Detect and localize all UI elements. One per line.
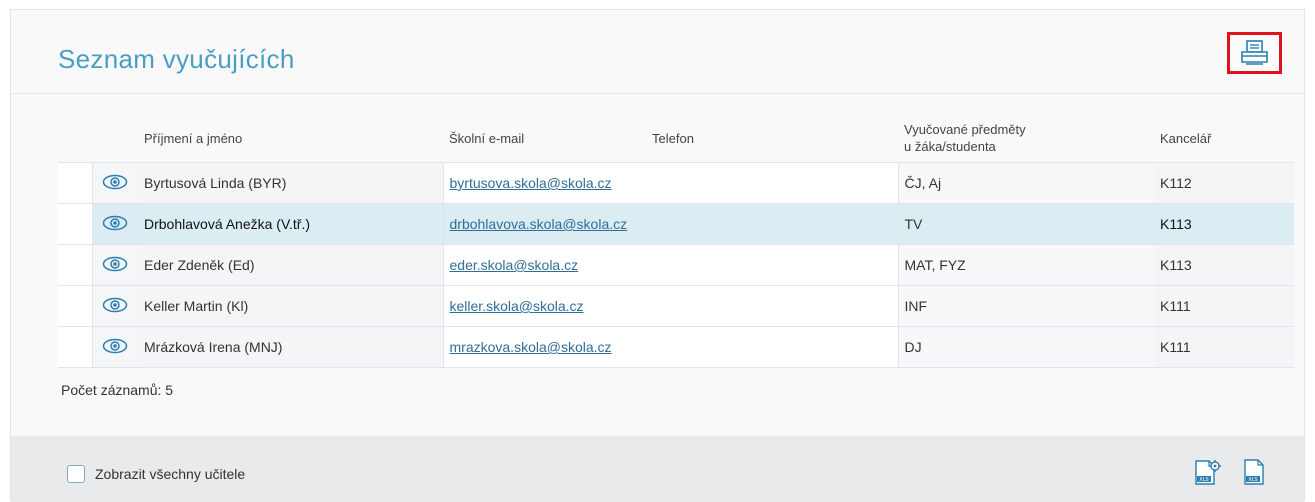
office-value: K113	[1160, 216, 1192, 232]
table-row[interactable]: Eder Zdeněk (Ed) eder.skola@skola.cz MAT, …	[58, 244, 1294, 286]
row-selector[interactable]	[58, 326, 93, 368]
row-selector[interactable]	[58, 203, 93, 245]
svg-text:XLS: XLS	[1248, 477, 1257, 483]
phone-cell	[646, 162, 899, 204]
teacher-name-cell: Keller Martin (Kl)	[138, 285, 443, 327]
show-all-teachers-toggle[interactable]: Zobrazit všechny učitele	[67, 465, 245, 483]
office-cell: K113	[1154, 203, 1294, 245]
column-header-subjects[interactable]: Vyučované předměty u žáka/studenta	[898, 114, 1154, 163]
eye-icon[interactable]	[102, 256, 128, 275]
teacher-name: Keller Martin (Kl)	[144, 298, 249, 314]
teachers-table: Příjmení a jméno Školní e-mail Telefon V…	[58, 114, 1294, 368]
show-all-teachers-label: Zobrazit všechny učitele	[95, 466, 246, 482]
eye-icon[interactable]	[102, 338, 128, 357]
teacher-name-cell: Mrázková Irena (MNJ)	[138, 326, 443, 368]
teacher-name-cell: Byrtusová Linda (BYR)	[138, 162, 443, 204]
row-selector[interactable]	[58, 162, 93, 204]
office-value: K113	[1160, 257, 1192, 273]
phone-cell	[646, 326, 899, 368]
email-link[interactable]: eder.skola@skola.cz	[444, 257, 645, 273]
table-row[interactable]: Mrázková Irena (MNJ) mrazkova.skola@skola…	[58, 326, 1294, 368]
xls-export-button[interactable]: XLS	[1242, 457, 1268, 491]
table-row[interactable]: Byrtusová Linda (BYR) byrtusova.skola@sko…	[58, 162, 1294, 204]
email-link[interactable]: byrtusova.skola@skola.cz	[444, 175, 645, 191]
subjects-cell: ČJ, Aj	[898, 162, 1154, 204]
view-detail-cell[interactable]	[92, 326, 138, 368]
subjects-value: DJ	[904, 339, 922, 355]
column-header-phone[interactable]: Telefon	[646, 114, 898, 163]
view-detail-cell[interactable]	[92, 203, 138, 245]
email-cell: eder.skola@skola.cz	[442, 244, 646, 286]
table-header-row: Příjmení a jméno Školní e-mail Telefon V…	[58, 114, 1294, 163]
teacher-name: Byrtusová Linda (BYR)	[144, 175, 287, 191]
office-cell: K113	[1154, 244, 1294, 286]
record-count: Počet záznamů: 5	[61, 382, 174, 398]
email-cell: drbohlavova.skola@skola.cz	[442, 203, 646, 245]
email-link[interactable]: keller.skola@skola.cz	[444, 298, 645, 314]
print-button[interactable]	[1227, 32, 1282, 74]
email-cell: byrtusova.skola@skola.cz	[442, 162, 646, 204]
phone-cell	[646, 244, 899, 286]
eye-icon[interactable]	[102, 297, 128, 316]
xls-settings-button[interactable]: XLS	[1192, 457, 1222, 491]
view-detail-cell[interactable]	[92, 244, 138, 286]
subjects-value: ČJ, Aj	[904, 175, 942, 191]
subjects-value: TV	[904, 216, 923, 232]
email-cell: mrazkova.skola@skola.cz	[442, 326, 646, 368]
teacher-name: Mrázková Irena (MNJ)	[144, 339, 283, 355]
view-detail-cell[interactable]	[92, 285, 138, 327]
xls-settings-icon: XLS	[1192, 460, 1222, 491]
teacher-name-cell: Eder Zdeněk (Ed)	[138, 244, 443, 286]
subjects-cell: MAT, FYZ	[898, 244, 1154, 286]
panel-header: Seznam vyučujících	[11, 10, 1304, 94]
show-all-teachers-checkbox[interactable]	[67, 465, 85, 483]
teacher-name: Eder Zdeněk (Ed)	[144, 257, 255, 273]
office-value: K111	[1160, 339, 1191, 355]
email-link[interactable]: mrazkova.skola@skola.cz	[444, 339, 645, 355]
subjects-value: MAT, FYZ	[904, 257, 966, 273]
row-selector[interactable]	[58, 285, 93, 327]
subjects-cell: DJ	[898, 326, 1154, 368]
subjects-value: INF	[904, 298, 928, 314]
office-value: K111	[1160, 298, 1191, 314]
phone-cell	[646, 203, 899, 245]
office-cell: K111	[1154, 326, 1294, 368]
teacher-name: Drbohlavová Anežka (V.tř.)	[144, 216, 311, 232]
table-row[interactable]: Keller Martin (Kl) keller.skola@skola.cz I…	[58, 285, 1294, 327]
eye-icon[interactable]	[102, 215, 128, 234]
email-cell: keller.skola@skola.cz	[442, 285, 646, 327]
teachers-panel: Seznam vyučujících Příjmení a jméno Škol…	[10, 9, 1305, 502]
subjects-cell: INF	[898, 285, 1154, 327]
email-link[interactable]: drbohlavova.skola@skola.cz	[444, 216, 645, 232]
teacher-name-cell: Drbohlavová Anežka (V.tř.)	[138, 203, 443, 245]
column-header-name[interactable]: Příjmení a jméno	[138, 114, 443, 163]
view-detail-cell[interactable]	[92, 162, 138, 204]
panel-footer: Zobrazit všechny učitele XLS XLS	[11, 436, 1304, 502]
subjects-cell: TV	[898, 203, 1154, 245]
eye-icon[interactable]	[102, 174, 128, 193]
xls-export-icon: XLS	[1242, 459, 1268, 491]
office-cell: K111	[1154, 285, 1294, 327]
svg-text:XLS: XLS	[1199, 477, 1208, 483]
printer-icon	[1239, 40, 1271, 66]
column-header-email[interactable]: Školní e-mail	[443, 114, 646, 163]
row-selector[interactable]	[58, 244, 93, 286]
column-header-office[interactable]: Kancelář	[1154, 114, 1294, 163]
table-row[interactable]: Drbohlavová Anežka (V.tř.) drbohlavova.sk…	[58, 203, 1294, 245]
page-title: Seznam vyučujících	[58, 44, 295, 74]
phone-cell	[646, 285, 899, 327]
office-value: K112	[1160, 175, 1192, 191]
office-cell: K112	[1154, 162, 1294, 204]
